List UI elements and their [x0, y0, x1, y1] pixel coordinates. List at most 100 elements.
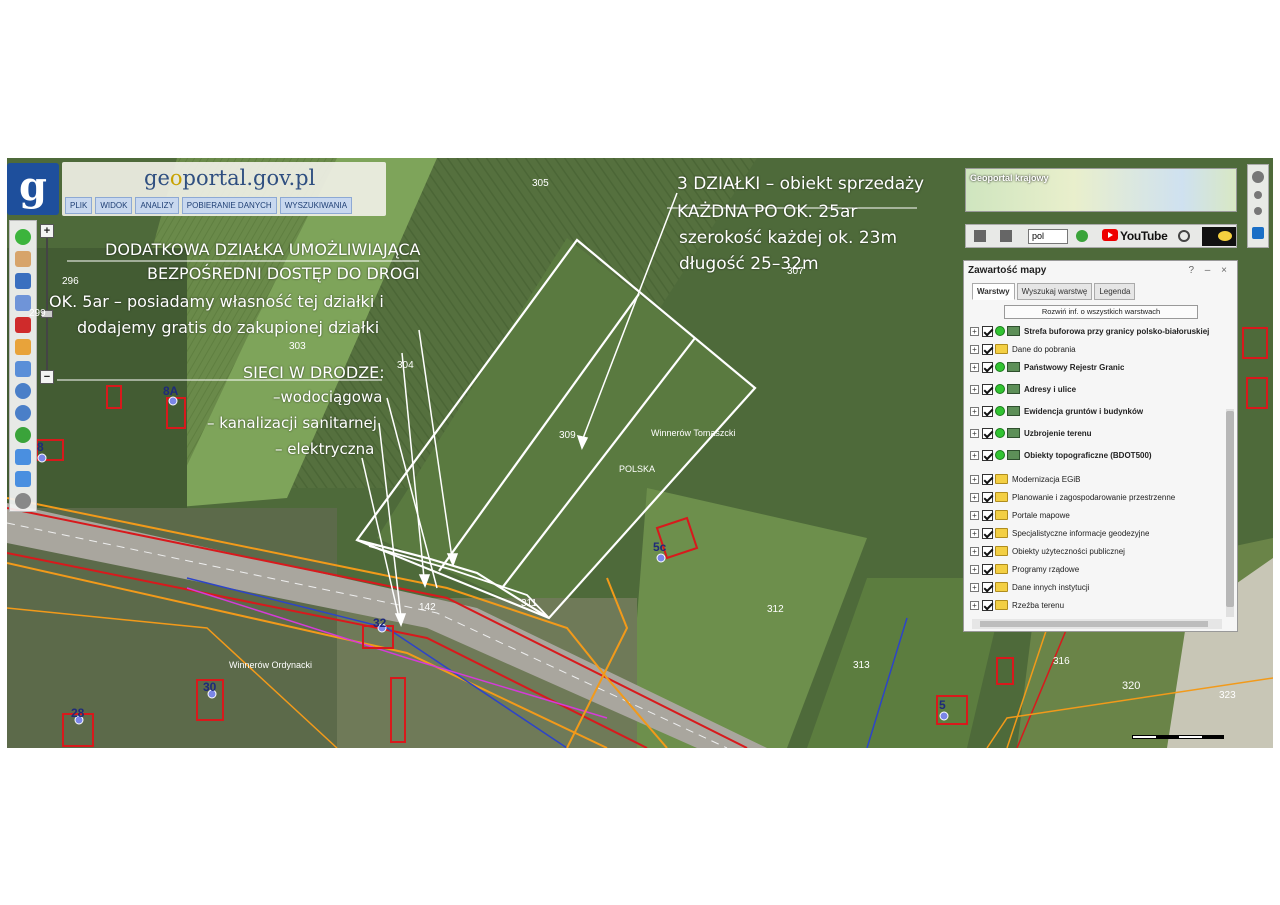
expand-layer-icon[interactable]: +: [970, 362, 979, 372]
layer-status-icon: [995, 428, 1005, 438]
expand-layer-icon[interactable]: +: [970, 582, 979, 592]
layer-row[interactable]: + Planowanie i zagospodarowanie przestrze…: [970, 489, 1222, 505]
help-icon[interactable]: [1076, 230, 1088, 242]
expand-all-info-button[interactable]: Rozwiń inf. o wszystkich warstwach: [1004, 305, 1198, 319]
layers-icon[interactable]: [1252, 227, 1264, 239]
layer-row[interactable]: + Dane do pobrania: [970, 341, 1222, 357]
site-title[interactable]: geoportal.gov.pl: [144, 166, 315, 190]
layer-row[interactable]: + Specjalistyczne informacje geodezyjne: [970, 525, 1222, 541]
scroll-thumb-horizontal[interactable]: [980, 621, 1208, 627]
panel-horizontal-scrollbar[interactable]: [972, 619, 1222, 629]
expand-layer-icon[interactable]: +: [970, 326, 979, 336]
layer-checkbox[interactable]: [982, 449, 993, 461]
dot-icon[interactable]: [1254, 191, 1262, 199]
menu-plik[interactable]: PLIK: [65, 197, 93, 214]
layer-checkbox[interactable]: [982, 383, 993, 395]
pan-hand-icon[interactable]: [15, 251, 31, 267]
menu-analizy[interactable]: ANALIZY: [135, 197, 179, 214]
dot-icon-2[interactable]: [1254, 207, 1262, 215]
expand-layer-icon[interactable]: +: [970, 474, 979, 484]
layer-row[interactable]: + Portale mapowe: [970, 507, 1222, 523]
measure-icon[interactable]: [15, 493, 31, 509]
layer-row[interactable]: + Państwowy Rejestr Granic: [970, 359, 1222, 375]
annotation-extra-parcel-2: BEZPOŚREDNI DOSTĘP DO DROGI: [147, 264, 420, 283]
expand-layer-icon[interactable]: +: [970, 450, 979, 460]
layer-row[interactable]: + Strefa buforowa przy granicy polsko-bia…: [970, 323, 1222, 339]
coordinates-icon[interactable]: [15, 361, 31, 377]
layer-checkbox[interactable]: [982, 361, 993, 373]
layer-row[interactable]: + Programy rządowe: [970, 561, 1222, 577]
layer-checkbox[interactable]: [982, 473, 993, 485]
parcel-label: 142: [419, 602, 436, 613]
expand-layer-icon[interactable]: +: [970, 528, 979, 538]
draw-pencil-icon[interactable]: [15, 339, 31, 355]
contrast-eye-button[interactable]: [1202, 227, 1236, 246]
accessibility-icon[interactable]: [1178, 230, 1190, 242]
layer-checkbox[interactable]: [982, 563, 993, 575]
map-view[interactable]: g geoportal.gov.pl PLIK WIDOK ANALIZY PO…: [7, 158, 1273, 748]
layer-checkbox[interactable]: [982, 545, 993, 557]
document-icon[interactable]: [974, 230, 986, 242]
layer-row[interactable]: + Ewidencja gruntów i budynków: [970, 403, 1222, 419]
next-view-icon[interactable]: [15, 471, 31, 487]
expand-layer-icon[interactable]: +: [970, 428, 979, 438]
expand-layer-icon[interactable]: +: [970, 564, 979, 574]
layer-checkbox[interactable]: [982, 581, 993, 593]
search-icon[interactable]: [1252, 171, 1264, 183]
layer-name: Dane innych instytucji: [1012, 582, 1090, 592]
expand-layer-icon[interactable]: +: [970, 546, 979, 556]
panel-tabs: Warstwy Wyszukaj warstwę Legenda: [972, 283, 1136, 300]
print-icon-2[interactable]: [1000, 230, 1012, 242]
scroll-thumb[interactable]: [1226, 411, 1234, 607]
expand-layer-icon[interactable]: +: [970, 510, 979, 520]
menu-wyszukiwania[interactable]: WYSZUKIWANIA: [279, 197, 353, 214]
folder-icon: [995, 582, 1008, 592]
expand-layer-icon[interactable]: +: [970, 406, 979, 416]
full-extent-icon[interactable]: [15, 427, 31, 443]
tab-wyszukaj-warstwe[interactable]: Wyszukaj warstwę: [1016, 283, 1093, 300]
panel-vertical-scrollbar[interactable]: [1226, 409, 1234, 617]
zoom-in-icon[interactable]: [15, 383, 31, 399]
layer-row[interactable]: + Dane innych instytucji: [970, 579, 1222, 595]
clear-icon[interactable]: [15, 317, 31, 333]
tab-warstwy[interactable]: Warstwy: [972, 283, 1015, 300]
layer-checkbox[interactable]: [982, 405, 993, 417]
layer-checkbox[interactable]: [982, 343, 993, 355]
layer-row[interactable]: + Rzeźba terenu: [970, 597, 1222, 613]
expand-layer-icon[interactable]: +: [970, 600, 979, 610]
menu-pobieranie-danych[interactable]: POBIERANIE DANYCH: [181, 197, 277, 214]
layer-checkbox[interactable]: [982, 599, 993, 611]
zoom-track[interactable]: [46, 238, 48, 370]
layer-checkbox[interactable]: [982, 509, 993, 521]
folder-icon: [995, 474, 1008, 484]
menu-widok[interactable]: WIDOK: [95, 197, 133, 214]
youtube-link[interactable]: YouTube: [1102, 229, 1168, 243]
expand-layer-icon[interactable]: +: [970, 344, 979, 354]
layer-row[interactable]: + Modernizacja EGiB: [970, 471, 1222, 487]
print-icon[interactable]: [15, 273, 31, 289]
layer-checkbox[interactable]: [982, 491, 993, 503]
geoportal-logo[interactable]: g: [7, 163, 59, 215]
previous-view-icon[interactable]: [15, 449, 31, 465]
zoom-minus-button[interactable]: −: [40, 370, 54, 384]
layer-row[interactable]: + Obiekty użyteczności publicznej: [970, 543, 1222, 559]
layer-row[interactable]: + Obiekty topograficzne (BDOT500): [970, 447, 1222, 463]
tab-legenda[interactable]: Legenda: [1094, 283, 1136, 300]
wms-service-icon: [1007, 362, 1020, 372]
overview-map[interactable]: Geoportal krajowy: [965, 168, 1237, 212]
zoom-plus-button[interactable]: +: [40, 224, 54, 238]
layer-row[interactable]: + Uzbrojenie terenu: [970, 425, 1222, 441]
parcel-label: 299: [29, 308, 46, 319]
expand-layer-icon[interactable]: +: [970, 492, 979, 502]
zoom-out-icon[interactable]: [15, 405, 31, 421]
layer-row[interactable]: + Adresy i ulice: [970, 381, 1222, 397]
layer-name: Obiekty użyteczności publicznej: [1012, 546, 1125, 556]
layer-checkbox[interactable]: [982, 427, 993, 439]
layer-checkbox[interactable]: [982, 527, 993, 539]
layer-checkbox[interactable]: [982, 325, 993, 337]
language-select[interactable]: pol: [1028, 229, 1068, 244]
info-icon[interactable]: [15, 229, 31, 245]
panel-window-controls[interactable]: ? – ×: [1188, 265, 1231, 276]
expand-layer-icon[interactable]: +: [970, 384, 979, 394]
main-menu: PLIK WIDOK ANALIZY POBIERANIE DANYCH WYS…: [65, 197, 353, 214]
